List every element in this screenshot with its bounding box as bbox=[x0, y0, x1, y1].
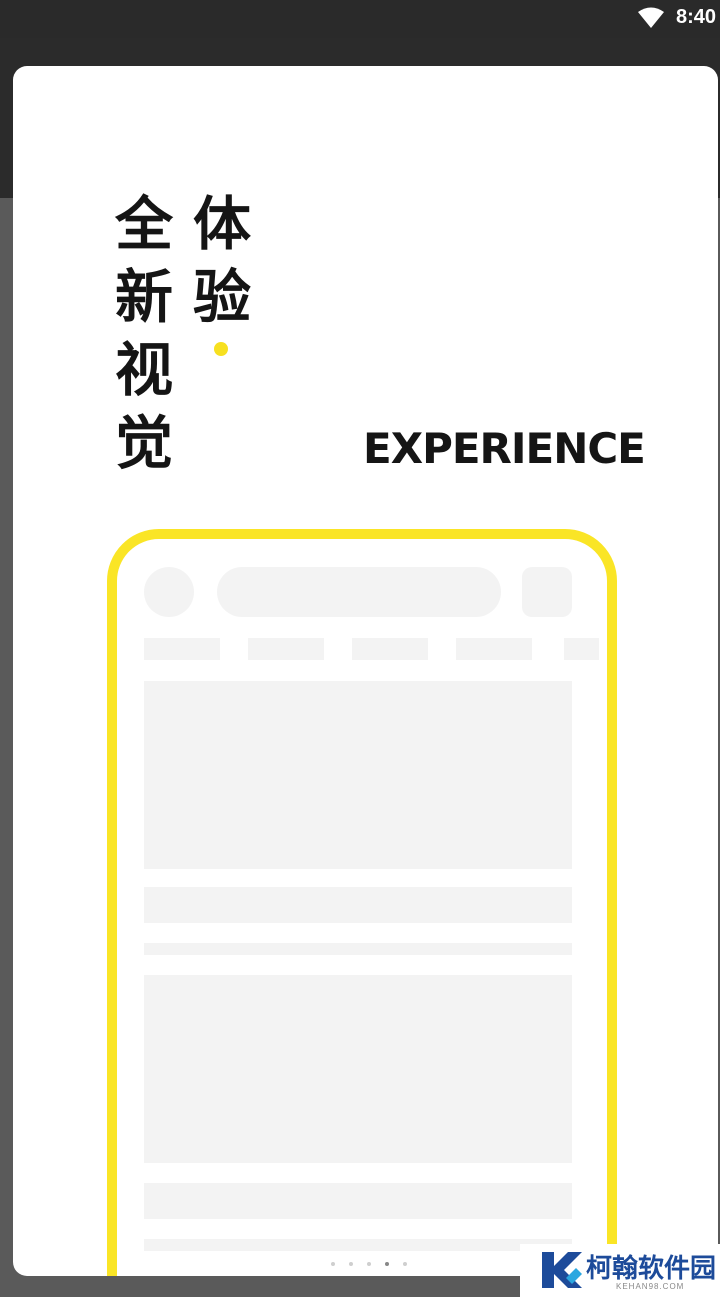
watermark-url: KEHAN98.COM bbox=[616, 1282, 685, 1291]
watermark-name: 柯翰软件园 bbox=[586, 1254, 717, 1284]
page-indicator bbox=[331, 1262, 407, 1266]
placeholder-text-line bbox=[144, 887, 572, 923]
placeholder-tab bbox=[352, 638, 428, 660]
status-time: 8:40 bbox=[675, 6, 716, 28]
status-bar: 8:40 bbox=[0, 0, 720, 38]
phone-mockup-frame bbox=[107, 529, 617, 1276]
title-char: 体 bbox=[192, 190, 251, 258]
title-column-left: 全 新 视 觉 bbox=[109, 188, 179, 480]
page-dot[interactable] bbox=[367, 1262, 371, 1266]
placeholder-avatar bbox=[144, 567, 194, 617]
page-dot[interactable] bbox=[349, 1262, 353, 1266]
placeholder-action bbox=[522, 567, 572, 617]
accent-dot bbox=[214, 342, 228, 356]
site-watermark: 柯翰软件园 KEHAN98.COM bbox=[520, 1244, 720, 1297]
page-dot[interactable] bbox=[331, 1262, 335, 1266]
title-char: 视 bbox=[114, 336, 173, 404]
placeholder-search-bar bbox=[217, 567, 501, 617]
title-char: 觉 bbox=[114, 409, 173, 477]
placeholder-text-line bbox=[144, 1239, 572, 1251]
k-logo-icon bbox=[542, 1252, 582, 1288]
placeholder-tab bbox=[248, 638, 324, 660]
title-char: 全 bbox=[114, 190, 173, 258]
placeholder-text-line bbox=[144, 943, 572, 955]
placeholder-banner bbox=[144, 681, 572, 869]
placeholder-text-line bbox=[144, 1183, 572, 1219]
title-column-right: 体 验 bbox=[187, 188, 257, 334]
placeholder-tab bbox=[564, 638, 599, 660]
title-char: 新 bbox=[114, 263, 173, 331]
splash-card: 全 新 视 觉 体 验 EXPERIENCE bbox=[13, 66, 718, 1276]
page-dot-active[interactable] bbox=[385, 1262, 389, 1266]
wifi-icon bbox=[638, 7, 664, 28]
experience-heading: EXPERIENCE bbox=[363, 424, 646, 473]
page-dot[interactable] bbox=[403, 1262, 407, 1266]
title-char: 验 bbox=[192, 263, 251, 331]
placeholder-tab bbox=[144, 638, 220, 660]
placeholder-tab bbox=[456, 638, 532, 660]
placeholder-banner bbox=[144, 975, 572, 1163]
